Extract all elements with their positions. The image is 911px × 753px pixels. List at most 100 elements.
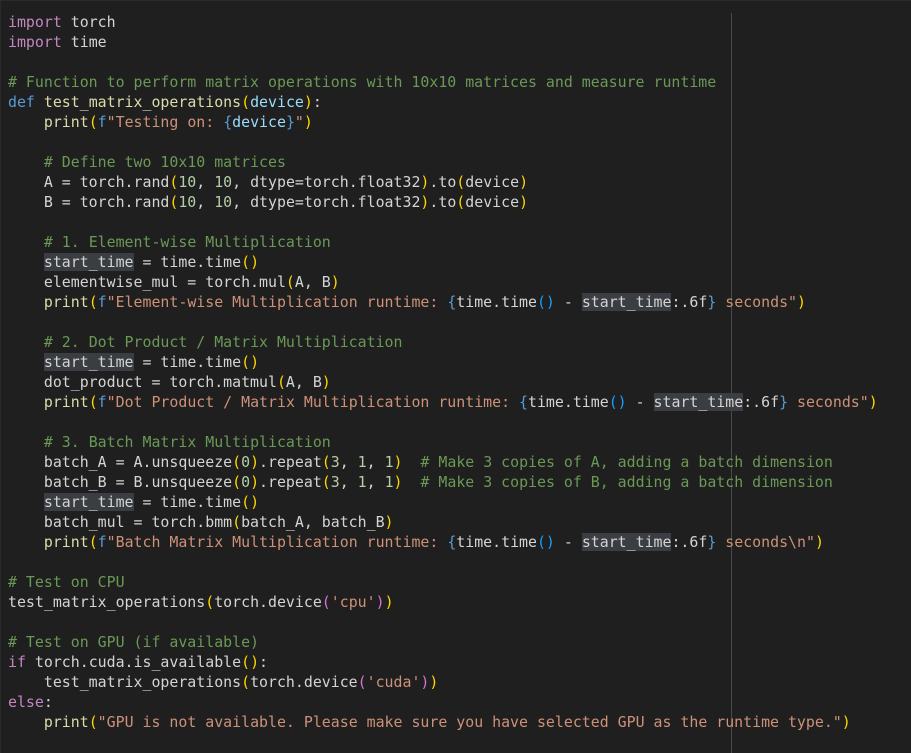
code-token: else xyxy=(8,693,44,711)
code-token: seconds" xyxy=(788,393,869,411)
code-token: : xyxy=(259,653,269,671)
code-token: ) xyxy=(375,593,385,611)
code-line[interactable]: batch_A = A.unsqueeze(0).repeat(3, 1, 1)… xyxy=(8,452,878,472)
code-token: # 3. Batch Matrix Multiplication xyxy=(43,433,331,451)
code-token: device xyxy=(465,173,520,191)
code-token: .repeat xyxy=(259,473,322,491)
code-token: batch_B = B.unsqueeze xyxy=(8,473,233,491)
code-line[interactable]: def test_matrix_operations(device): xyxy=(8,92,878,112)
code-line[interactable]: if torch.cuda.is_available(): xyxy=(8,652,878,672)
code-line[interactable]: batch_mul = torch.bmm(batch_A, batch_B) xyxy=(8,512,878,532)
code-token: .to xyxy=(429,173,457,191)
code-line[interactable]: print("GPU is not available. Please make… xyxy=(8,712,878,732)
code-token: import xyxy=(8,33,62,51)
code-line[interactable]: start_time = time.time() xyxy=(8,252,878,272)
code-editor[interactable]: import torch import time # Function to pe… xyxy=(0,0,911,753)
code-token: 0 xyxy=(241,473,251,491)
code-token: batch_mul = torch.bmm xyxy=(8,513,233,531)
code-token: ) xyxy=(250,473,260,491)
code-token: .to xyxy=(429,193,457,211)
code-token: print xyxy=(43,713,89,731)
code-token: ) xyxy=(393,473,403,491)
code-token: ( xyxy=(88,113,98,131)
code-line[interactable] xyxy=(8,312,878,332)
code-token: { xyxy=(519,393,528,411)
code-line[interactable]: test_matrix_operations(torch.device('cpu… xyxy=(8,592,878,612)
code-line[interactable]: elementwise_mul = torch.mul(A, B) xyxy=(8,272,878,292)
code-line[interactable]: dot_product = torch.matmul(A, B) xyxy=(8,372,878,392)
code-line[interactable]: start_time = time.time() xyxy=(8,492,878,512)
code-token: ( xyxy=(357,673,367,691)
code-token: def xyxy=(8,93,35,111)
code-token: batch_A, batch_B xyxy=(241,513,385,531)
code-token: ) xyxy=(519,193,529,211)
code-token: time.time xyxy=(528,393,609,411)
code-token: # 2. Dot Product / Matrix Multiplication xyxy=(43,333,403,351)
code-token: start_time xyxy=(43,353,134,371)
code-line[interactable]: A = torch.rand(10, 10, dtype=torch.float… xyxy=(8,172,878,192)
code-token: "Element-wise Multiplication runtime: xyxy=(106,293,448,311)
code-token: - xyxy=(554,293,582,311)
code-line[interactable] xyxy=(8,132,878,152)
code-line[interactable] xyxy=(8,212,878,232)
code-line[interactable]: # Test on GPU (if available) xyxy=(8,632,878,652)
code-line[interactable]: print(f"Testing on: {device}") xyxy=(8,112,878,132)
code-token: torch.device xyxy=(214,593,322,611)
code-line[interactable]: batch_B = B.unsqueeze(0).repeat(3, 1, 1)… xyxy=(8,472,878,492)
code-token: # Function to perform matrix operations … xyxy=(8,73,717,91)
code-line[interactable]: # Test on CPU xyxy=(8,572,878,592)
code-token: ( xyxy=(321,593,331,611)
code-token: print xyxy=(43,393,89,411)
code-line[interactable] xyxy=(8,612,878,632)
code-line[interactable]: # Define two 10x10 matrices xyxy=(8,152,878,172)
code-token: ) xyxy=(321,373,331,391)
code-token: ( xyxy=(321,473,331,491)
code-line[interactable]: start_time = time.time() xyxy=(8,352,878,372)
code-line[interactable]: # 2. Dot Product / Matrix Multiplication xyxy=(8,332,878,352)
code-token: ( xyxy=(88,533,98,551)
code-token: # Make 3 copies of B, adding a batch dim… xyxy=(420,473,833,491)
code-token: # Make 3 copies of A, adding a batch dim… xyxy=(420,453,833,471)
code-line[interactable]: test_matrix_operations(torch.device('cud… xyxy=(8,672,878,692)
code-token: .repeat xyxy=(259,453,322,471)
code-area[interactable]: import torch import time # Function to pe… xyxy=(8,12,878,732)
code-line[interactable]: print(f"Element-wise Multiplication runt… xyxy=(8,292,878,312)
code-line[interactable] xyxy=(8,412,878,432)
code-token: ) xyxy=(814,533,824,551)
code-line[interactable]: import time xyxy=(8,32,878,52)
code-line[interactable]: print(f"Batch Matrix Multiplication runt… xyxy=(8,532,878,552)
code-line[interactable]: import torch xyxy=(8,12,878,32)
code-line[interactable]: else: xyxy=(8,692,878,712)
code-token: # Define two 10x10 matrices xyxy=(43,153,286,171)
code-token: device xyxy=(250,93,304,111)
code-line[interactable]: print(f"Dot Product / Matrix Multiplicat… xyxy=(8,392,878,412)
code-token: # Test on CPU xyxy=(8,573,125,591)
code-token: ) xyxy=(519,173,529,191)
code-token: () xyxy=(608,393,627,411)
code-line[interactable]: # Function to perform matrix operations … xyxy=(8,72,878,92)
code-token: ( xyxy=(169,173,179,191)
code-line[interactable]: B = torch.rand(10, 10, dtype=torch.float… xyxy=(8,192,878,212)
code-line[interactable] xyxy=(8,552,878,572)
code-token: seconds" xyxy=(716,293,797,311)
code-token: , xyxy=(196,173,215,191)
code-token: { xyxy=(447,293,457,311)
code-token: ( xyxy=(88,293,98,311)
code-token: ) xyxy=(384,513,394,531)
code-line[interactable]: # 1. Element-wise Multiplication xyxy=(8,232,878,252)
code-line[interactable]: # 3. Batch Matrix Multiplication xyxy=(8,432,878,452)
code-line[interactable] xyxy=(8,52,878,72)
code-token: ( xyxy=(456,193,466,211)
code-token: : xyxy=(43,693,53,711)
code-token: ( xyxy=(169,193,179,211)
code-token: 10 xyxy=(214,193,233,211)
code-token: "GPU is not available. Please make sure … xyxy=(97,713,842,731)
